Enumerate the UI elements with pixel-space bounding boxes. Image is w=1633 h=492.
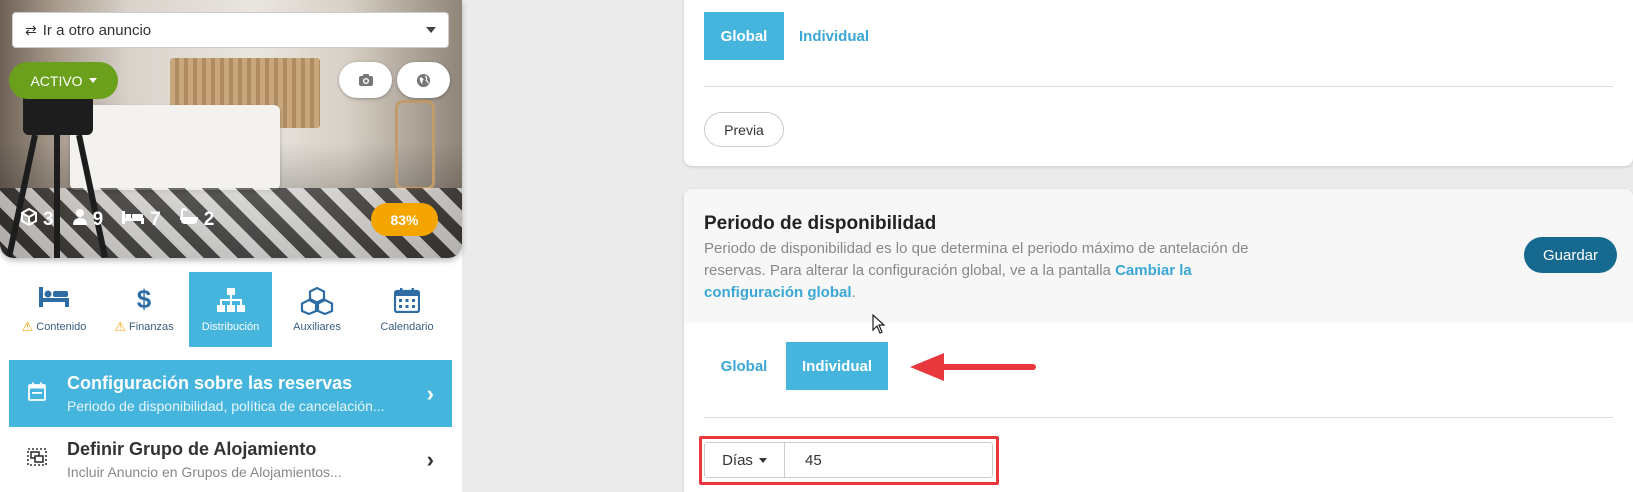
baths-count: 2 [203,208,215,230]
section-description: Periodo de disponibilidad es lo que dete… [704,238,1294,304]
tab-calendario[interactable]: Calendario [362,272,452,347]
preview-button[interactable]: Previa [704,112,784,147]
warning-icon: ⚠ [21,318,34,334]
caret-down-icon [88,78,97,83]
warning-icon: ⚠ [114,318,126,334]
camera-icon [358,74,373,86]
chevron-down-icon [426,27,436,33]
tab-auxiliares[interactable]: Auxiliares [272,272,362,347]
tab-contenido-label: Contenido [36,320,87,333]
user-icon [72,208,88,231]
guests-count: 9 [92,208,104,230]
listing-selector[interactable]: ⇄ Ir a otro anuncio [12,12,449,48]
photo-camera [6,90,108,258]
calendar-icon [393,287,421,315]
save-button[interactable]: Guardar [1524,237,1617,273]
beds-stat: 7 [121,208,161,231]
listing-sidebar: ⇄ Ir a otro anuncio ACTIVO 3 9 7 2 83% ⚠… [0,0,462,492]
tab-individual[interactable]: Individual [786,342,888,390]
tab-calendario-label: Calendario [380,320,434,333]
tab-distribucion-label: Distribución [201,320,260,333]
dollar-icon: $ [136,283,152,314]
tab-distribucion[interactable]: Distribución [189,272,272,347]
tab-auxiliares-label: Auxiliares [293,320,341,333]
divider [704,417,1613,418]
tab-global[interactable]: Global [704,342,784,390]
map-button[interactable] [397,62,450,98]
chevron-right-icon: › [426,380,434,406]
menu-item-reservas[interactable]: Configuración sobre las reservas Periodo… [9,360,452,427]
status-dropdown[interactable]: ACTIVO [9,62,118,99]
group-objects-icon [27,448,47,471]
tab-finanzas[interactable]: $ ⚠ Finanzas [99,272,189,347]
completion-badge: 83% [371,203,438,236]
highlight-box [699,436,999,485]
annotation-arrow-icon [910,353,1036,381]
bed-icon [38,285,70,313]
listing-stats: 3 9 7 2 [20,207,215,231]
menu-item-title: Definir Grupo de Alojamiento [67,439,317,459]
description-end: . [851,284,856,301]
photo-chair [395,100,435,190]
menu-item-title: Configuración sobre las reservas [67,373,353,393]
status-label: ACTIVO [30,72,83,89]
tab-contenido[interactable]: ⚠ Contenido [9,272,99,347]
baths-stat: 2 [179,207,215,231]
section-tabs: ⚠ Contenido $ ⚠ Finanzas Distribución Auxi… [9,272,452,347]
photo-bed [70,105,280,190]
calendar-icon [27,382,47,406]
guests-stat: 9 [72,208,104,231]
exchange-icon: ⇄ [25,21,37,38]
rooms-stat: 3 [20,207,54,231]
divider [704,86,1613,87]
menu-item-subtitle: Incluir Anuncio en Grupos de Alojamiento… [67,464,342,480]
listing-photo: ⇄ Ir a otro anuncio ACTIVO 3 9 7 2 83% [0,0,462,258]
preview-card: Global Individual Previa [684,0,1633,166]
availability-card: Periodo de disponibilidad Periodo de dis… [684,189,1633,492]
globe-icon [416,73,431,87]
rooms-count: 3 [43,208,54,230]
cubes-icon [300,286,334,315]
sitemap-icon [216,287,246,315]
tab-individual[interactable]: Individual [784,12,884,60]
availability-header: Periodo de disponibilidad Periodo de dis… [684,189,1633,323]
tab-global[interactable]: Global [704,12,784,60]
photos-button[interactable] [339,62,392,98]
cube-icon [20,207,38,231]
mouse-cursor-icon [872,314,886,334]
tab-finanzas-label: Finanzas [129,320,174,333]
chevron-right-icon: › [426,446,434,472]
menu-item-subtitle: Periodo de disponibilidad, política de c… [67,398,385,414]
section-title: Periodo de disponibilidad [704,213,937,234]
bed-icon [121,209,145,230]
listing-selector-label: Ir a otro anuncio [42,21,152,39]
menu-item-grupo[interactable]: Definir Grupo de Alojamiento Incluir Anu… [9,427,452,492]
bath-icon [179,207,199,231]
beds-count: 7 [150,208,161,230]
